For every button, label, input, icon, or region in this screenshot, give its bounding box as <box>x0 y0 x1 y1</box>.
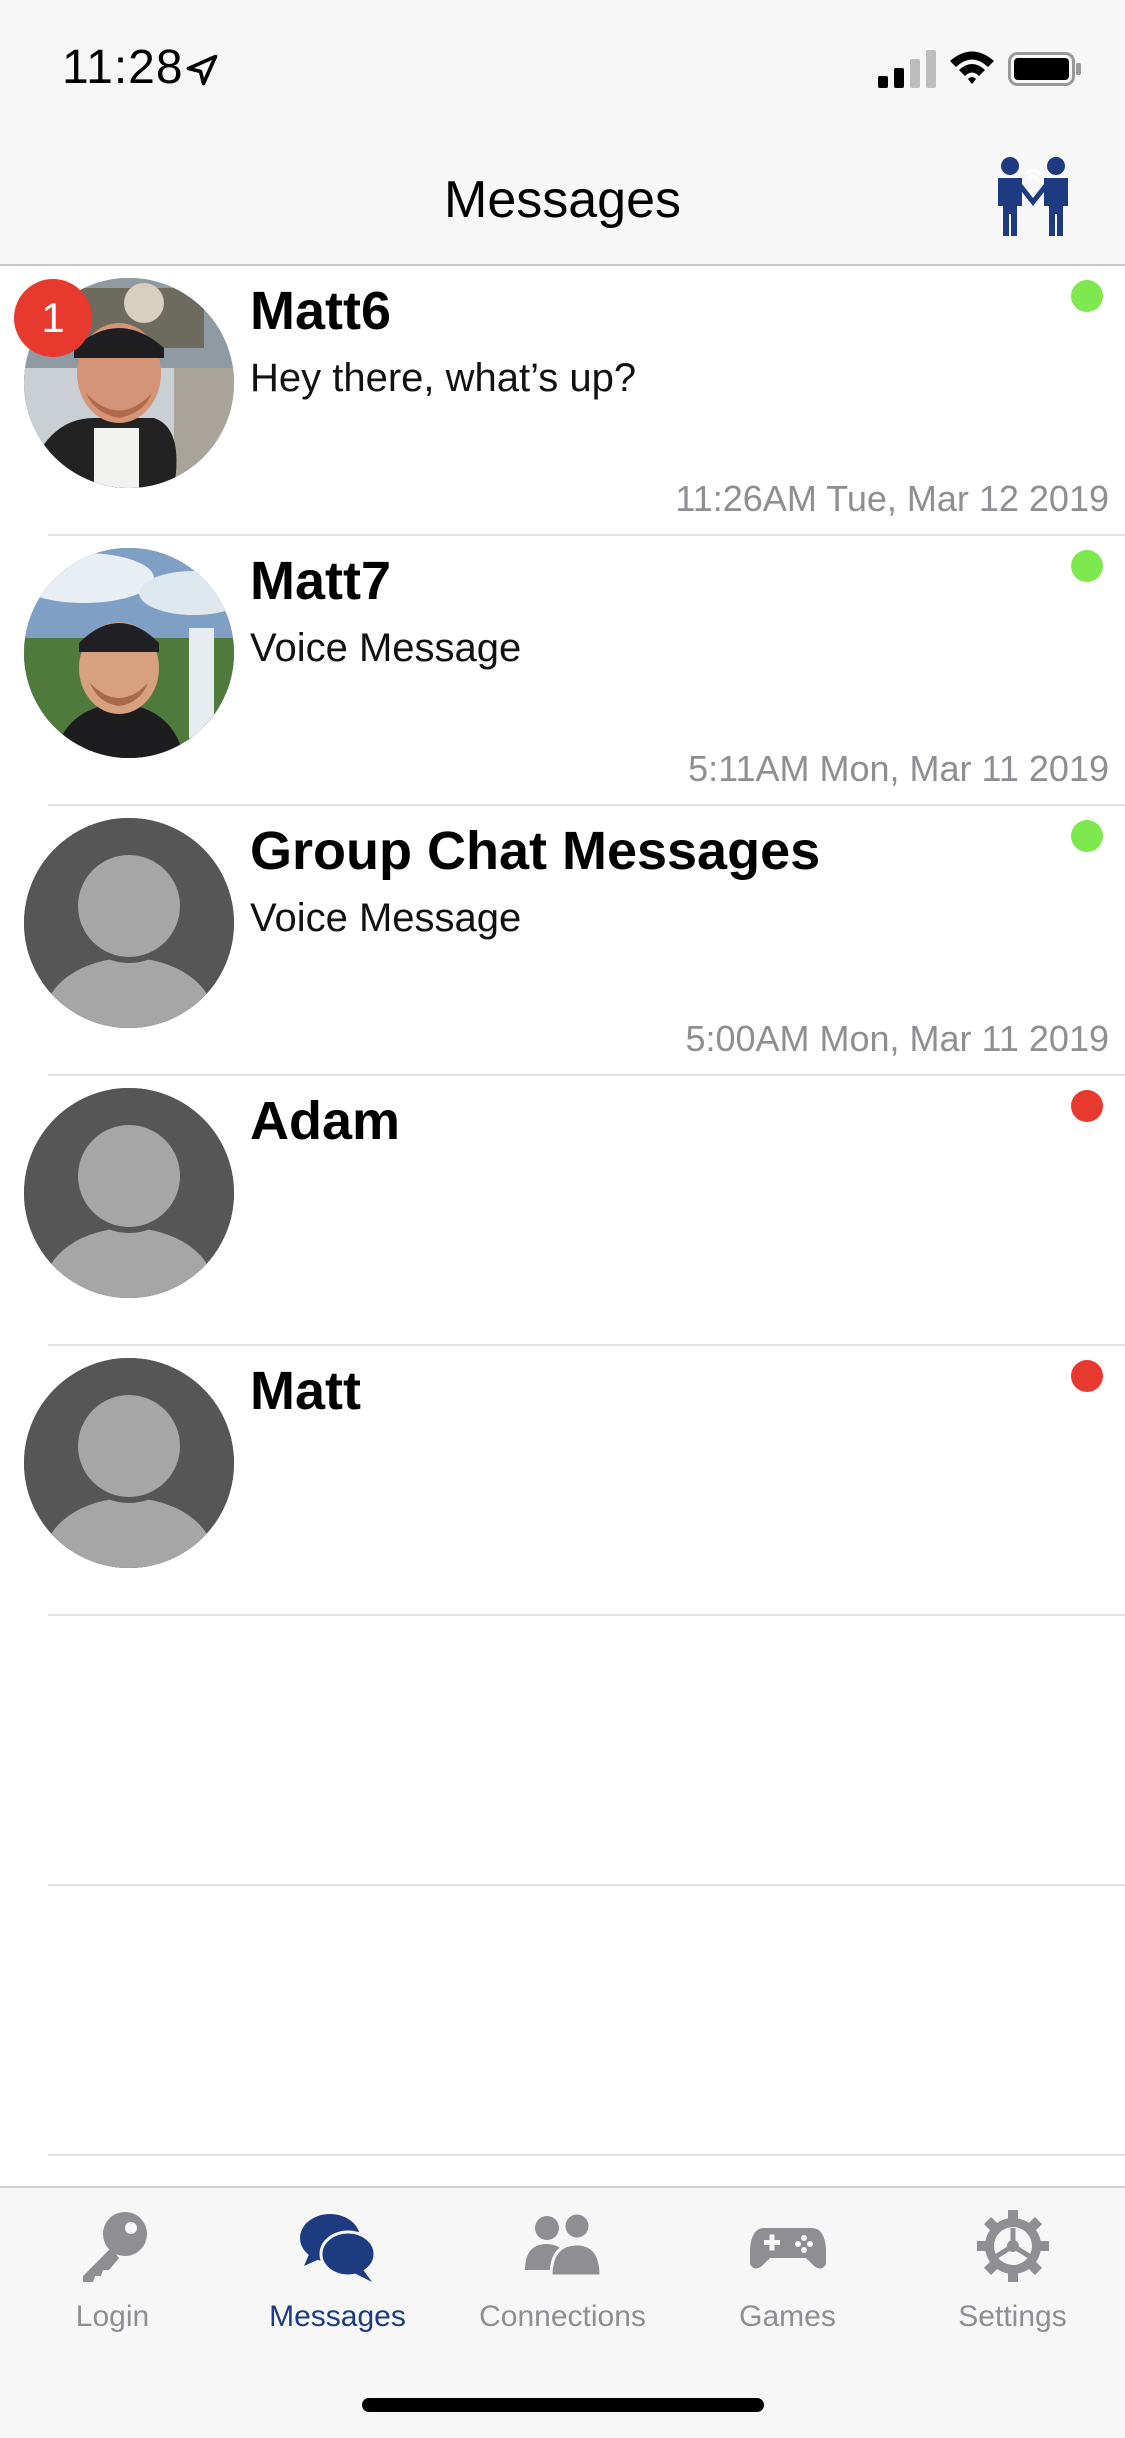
message-list: 1 Matt6 Hey there, what’s up? 11:26AM Tu… <box>0 266 1125 2156</box>
message-preview: Voice Message <box>250 626 522 670</box>
empty-row <box>0 1886 1125 2156</box>
conversation-row[interactable]: Adam <box>0 1076 1125 1346</box>
message-timestamp: 5:11AM Mon, Mar 11 2019 <box>688 748 1109 789</box>
message-preview: Voice Message <box>250 896 522 940</box>
connections-people-icon[interactable] <box>990 154 1076 240</box>
status-indicator <box>1071 820 1103 852</box>
status-indicator <box>1071 280 1103 312</box>
wifi-icon <box>950 51 994 84</box>
gamepad-icon <box>750 2228 826 2269</box>
avatar-placeholder <box>24 818 234 1028</box>
conversation-row[interactable]: Matt7 Voice Message 5:11AM Mon, Mar 11 2… <box>0 536 1125 806</box>
conversation-name: Matt7 <box>250 551 392 611</box>
message-timestamp: 11:26AM Tue, Mar 12 2019 <box>675 478 1109 519</box>
tab-label: Settings <box>958 2300 1067 2333</box>
battery-icon <box>1008 52 1081 86</box>
conversation-name: Adam <box>250 1091 401 1151</box>
message-timestamp: 5:00AM Mon, Mar 11 2019 <box>685 1018 1109 1059</box>
key-icon <box>83 2212 147 2282</box>
home-indicator <box>362 2398 764 2412</box>
gear-icon <box>977 2210 1049 2282</box>
people-icon <box>525 2211 601 2278</box>
tab-messages[interactable]: Messages <box>225 2188 450 2348</box>
avatar-placeholder <box>24 1358 234 1568</box>
empty-row <box>0 1616 1125 1886</box>
page-title: Messages <box>444 171 681 229</box>
cellular-signal-icon <box>878 50 936 88</box>
status-time: 11:28 <box>62 41 184 94</box>
status-indicator <box>1071 550 1103 582</box>
status-bar: 11:28 <box>0 0 1125 130</box>
navigation-bar: Messages <box>0 130 1125 266</box>
status-indicator <box>1071 1090 1103 1122</box>
tab-login[interactable]: Login <box>0 2188 225 2348</box>
location-arrow-icon <box>186 54 218 86</box>
chat-bubbles-icon <box>300 2214 376 2282</box>
tab-label: Connections <box>479 2300 646 2333</box>
message-preview: Hey there, what’s up? <box>250 356 637 400</box>
status-indicator <box>1071 1360 1103 1392</box>
conversation-row[interactable]: Group Chat Messages Voice Message 5:00AM… <box>0 806 1125 1076</box>
conversation-row[interactable]: Matt <box>0 1346 1125 1616</box>
conversation-row[interactable]: 1 Matt6 Hey there, what’s up? 11:26AM Tu… <box>0 266 1125 536</box>
tab-connections[interactable]: Connections <box>450 2188 675 2348</box>
tab-settings[interactable]: Settings <box>900 2188 1125 2348</box>
conversation-name: Matt6 <box>250 281 392 341</box>
conversation-name: Matt <box>250 1361 361 1421</box>
avatar-placeholder <box>24 1088 234 1298</box>
tab-label: Login <box>75 2300 150 2333</box>
tab-label: Messages <box>269 2300 406 2333</box>
avatar <box>24 548 234 758</box>
conversation-name: Group Chat Messages <box>250 821 821 881</box>
tab-label: Games <box>739 2300 836 2333</box>
tab-games[interactable]: Games <box>675 2188 900 2348</box>
unread-badge: 1 <box>14 279 92 357</box>
